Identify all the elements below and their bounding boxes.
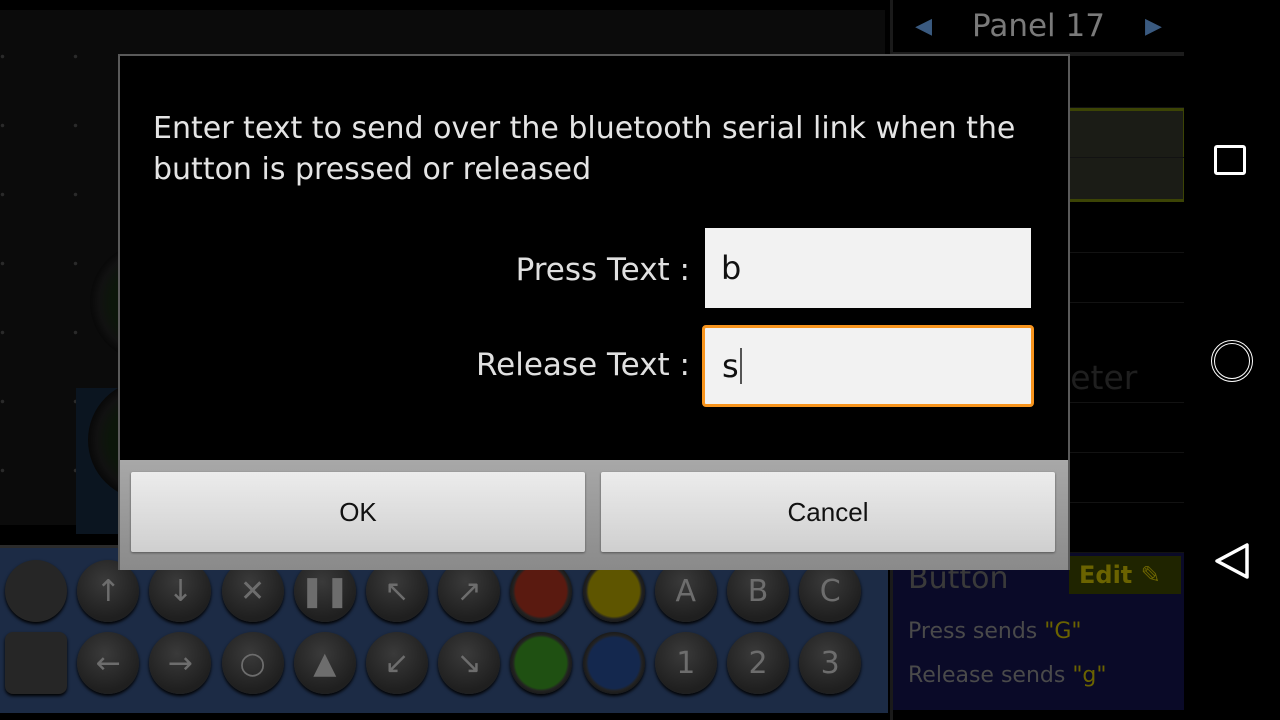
palette-button[interactable]: ↙	[366, 632, 428, 694]
recents-icon[interactable]	[1214, 145, 1246, 175]
release-text-input[interactable]: s	[702, 325, 1034, 407]
palette-button[interactable]: →	[149, 632, 212, 694]
press-text-input[interactable]: b	[705, 228, 1031, 308]
palette-button[interactable]	[5, 560, 67, 622]
selected-control-info: Button Edit ✎ Press sends "G" Release se…	[893, 553, 1187, 710]
release-value: "g"	[1072, 663, 1107, 688]
press-text-value: b	[721, 249, 742, 287]
panel-header: ◀ Panel 17 ▶	[893, 0, 1184, 56]
palette-button[interactable]: 3	[799, 632, 862, 694]
palette-button[interactable]: ○	[221, 632, 284, 694]
palette-button[interactable]	[5, 632, 67, 694]
dialog-message: Enter text to send over the bluetooth se…	[153, 111, 1016, 187]
android-nav-bar	[1184, 0, 1280, 720]
back-icon[interactable]	[1214, 542, 1250, 580]
release-prefix: Release sends	[908, 663, 1073, 688]
pencil-icon: ✎	[1140, 561, 1161, 589]
button-palette: ↑ ↓ ✕ ❚❚ ↖ ↗ A B C ← → ○ ▲ ↙ ↘ 1 2 3	[0, 545, 888, 713]
home-icon[interactable]	[1211, 340, 1253, 382]
button-text-dialog: Enter text to send over the bluetooth se…	[118, 54, 1070, 570]
panel-title: Panel 17	[972, 8, 1105, 44]
palette-button[interactable]: 2	[727, 632, 789, 694]
press-value: "G"	[1044, 619, 1082, 644]
press-prefix: Press sends	[908, 619, 1045, 644]
palette-button[interactable]: ←	[77, 632, 140, 694]
release-text-label: Release Text :	[476, 347, 690, 383]
press-sends-text: Press sends "G"	[908, 619, 1082, 644]
palette-button[interactable]: ↘	[438, 632, 501, 694]
palette-button[interactable]: 1	[654, 632, 717, 694]
edit-label: Edit	[1079, 561, 1133, 589]
palette-button[interactable]	[582, 632, 645, 694]
release-text-value: s	[722, 347, 739, 385]
dialog-button-bar: OK Cancel	[120, 460, 1068, 570]
press-text-label: Press Text :	[515, 252, 690, 288]
edit-button[interactable]: Edit ✎	[1069, 556, 1181, 594]
cancel-button[interactable]: Cancel	[601, 472, 1055, 552]
next-panel-icon[interactable]: ▶	[1145, 14, 1162, 39]
text-cursor	[739, 348, 742, 384]
release-sends-text: Release sends "g"	[908, 663, 1107, 688]
palette-button[interactable]	[510, 632, 573, 694]
palette-button[interactable]: ▲	[293, 632, 356, 694]
ok-button[interactable]: OK	[131, 472, 585, 552]
prev-panel-icon[interactable]: ◀	[915, 14, 932, 39]
